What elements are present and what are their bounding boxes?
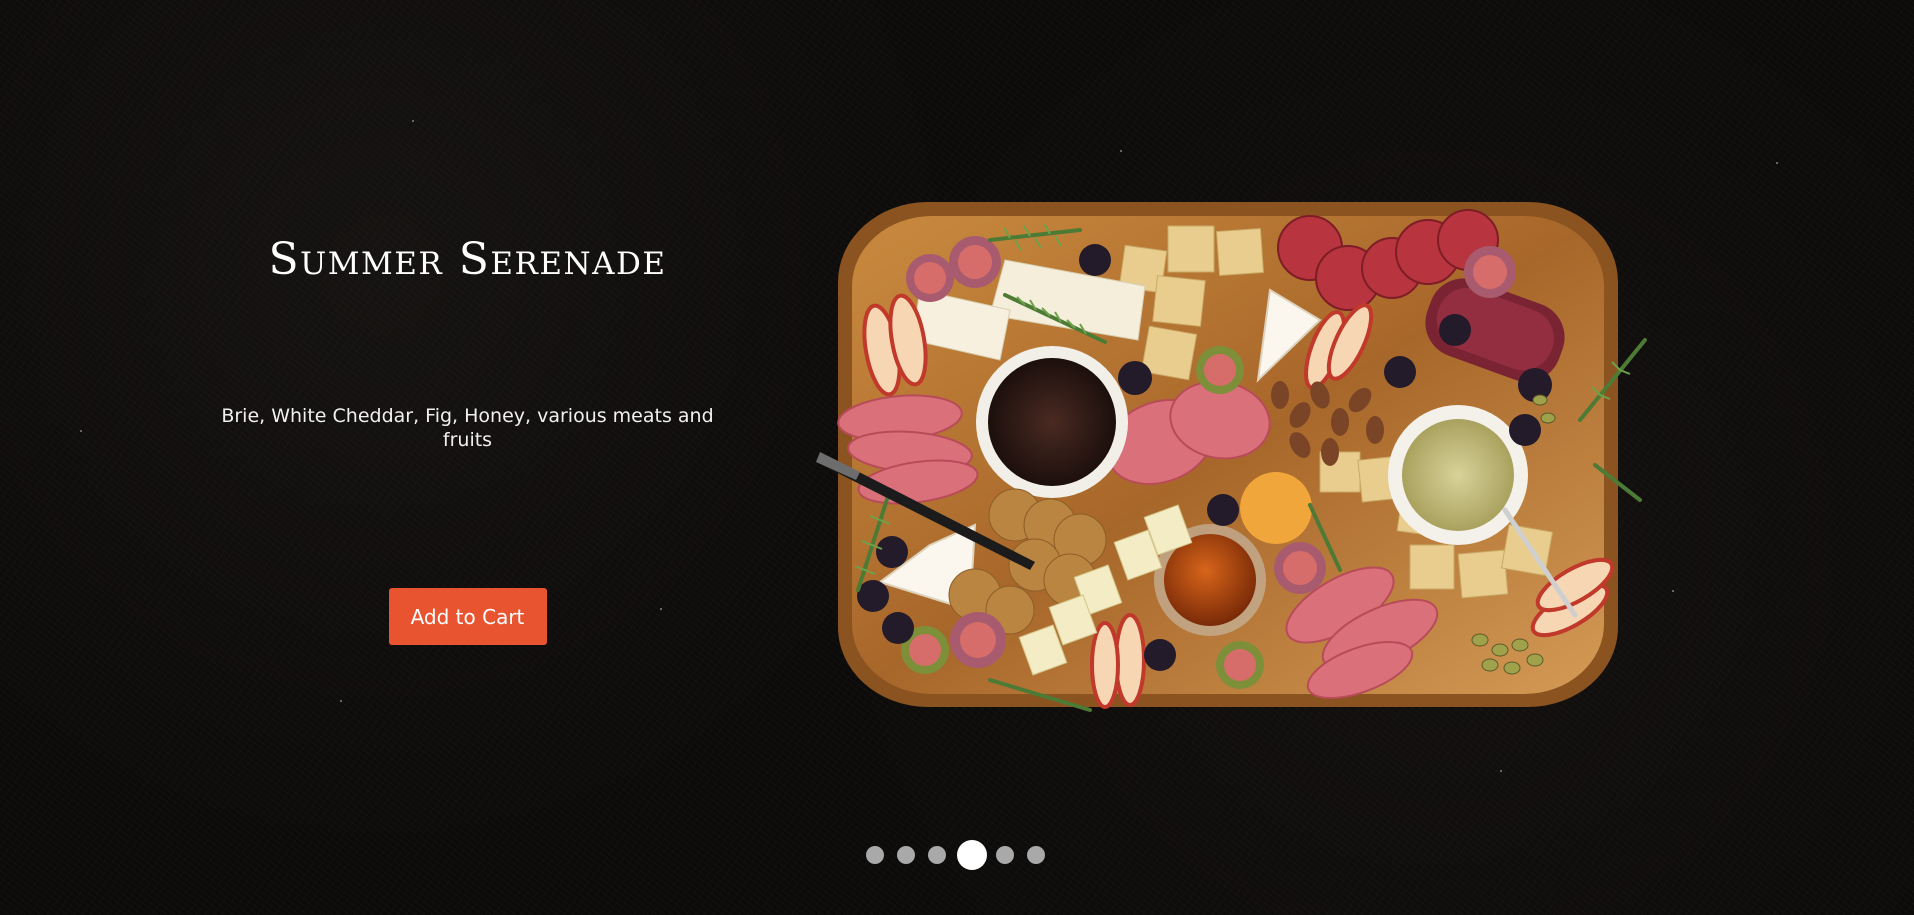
hero-carousel: Summer Serenade Brie, White Cheddar, Fig… [0,0,1914,915]
carousel-dot-4-active[interactable] [957,840,987,870]
carousel-dot-5[interactable] [996,846,1014,864]
background-speck [412,120,414,122]
background-speck [80,430,82,432]
background-speck [1672,590,1674,592]
background-speck [1120,150,1122,152]
background-speck [340,700,342,702]
charcuterie-board-image [800,190,1660,730]
background-speck [1776,162,1778,164]
add-to-cart-button[interactable]: Add to Cart [388,588,547,645]
carousel-dot-6[interactable] [1027,846,1045,864]
carousel-dot-2[interactable] [897,846,915,864]
slide-copy: Summer Serenade Brie, White Cheddar, Fig… [200,230,735,645]
carousel-dot-1[interactable] [866,846,884,864]
background-speck [1500,770,1502,772]
slide-description: Brie, White Cheddar, Fig, Honey, various… [221,405,714,451]
slide-title: Summer Serenade [268,234,667,285]
carousel-pagination [866,840,1045,870]
carousel-dot-3[interactable] [928,846,946,864]
